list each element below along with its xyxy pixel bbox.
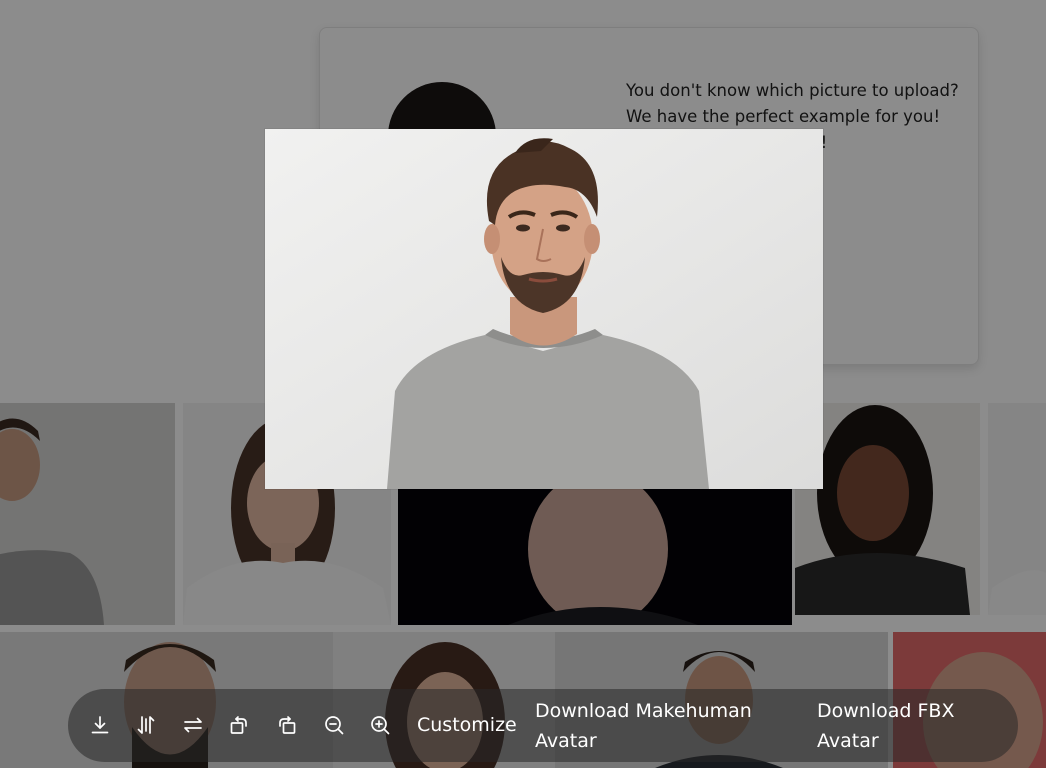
download-makehuman-avatar-button[interactable]: Download Makehuman Avatar bbox=[535, 696, 765, 756]
customize-button[interactable]: Customize bbox=[417, 710, 517, 740]
zoom-out-icon[interactable] bbox=[322, 713, 346, 737]
flip-horizontal-icon[interactable] bbox=[181, 713, 205, 737]
zoom-in-icon[interactable] bbox=[368, 713, 392, 737]
rotate-left-icon[interactable] bbox=[227, 713, 251, 737]
download-icon[interactable] bbox=[88, 713, 112, 737]
preview-image bbox=[265, 129, 823, 489]
viewer-toolbar: Customize Download Makehuman Avatar Down… bbox=[68, 689, 1018, 762]
rotate-right-icon[interactable] bbox=[275, 713, 299, 737]
flip-vertical-icon[interactable] bbox=[134, 713, 158, 737]
download-fbx-avatar-button[interactable]: Download FBX Avatar bbox=[817, 696, 967, 756]
